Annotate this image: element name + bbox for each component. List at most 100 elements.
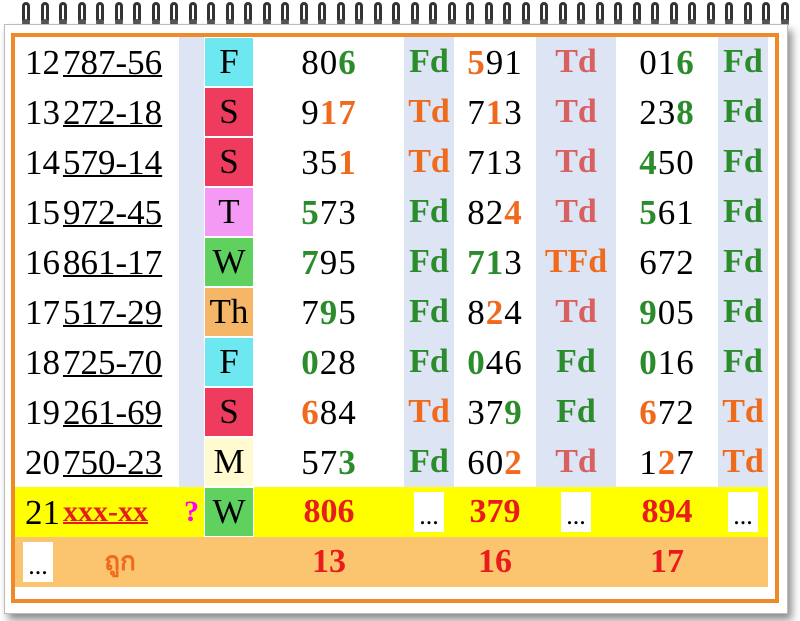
spiral-ring [225,2,234,27]
spiral-ring [262,2,271,27]
prediction-3: 450 [616,137,718,187]
digit: 2 [639,92,658,132]
prediction-1: 684 [254,387,404,437]
digit: 7 [485,392,505,432]
digit: 1 [676,192,695,232]
serial-number: 725-70 [63,342,163,382]
digit: 4 [639,142,658,182]
digit: 6 [639,392,658,432]
serial-number: 972-45 [63,192,163,232]
prediction-1: 806 [254,37,404,87]
status-2: Td [536,437,616,487]
draw-row: 17 517-29 Th 795 Fd 824 Td 905 Fd [15,287,768,337]
digit: 7 [319,442,339,482]
prediction-2: 713 [454,137,536,187]
digit: 8 [467,292,486,332]
digit: 3 [467,392,486,432]
prediction-1: 573 [254,437,404,487]
status-1: Td [404,137,454,187]
digit: 7 [676,442,695,482]
spiral-ring [503,2,511,27]
prediction-2: 824 [454,287,536,337]
prediction-2: 591 [454,37,536,87]
digit: 5 [338,242,357,282]
spacer-cell [179,387,204,437]
digit: 3 [504,242,523,282]
row-number: 20 [25,442,60,482]
day-badge: S [205,138,253,186]
status-3: Fd [718,337,768,387]
status-1: Fd [404,187,454,237]
status-3: Fd [718,137,768,187]
serial-number: 861-17 [63,242,163,282]
prediction-3: 894 [616,487,718,537]
spacer-cell [179,337,204,387]
digit: 5 [657,142,677,182]
day-badge: F [205,338,253,386]
spiral-ring [743,2,752,27]
digit: 6 [676,42,695,82]
placeholder-1: ... [404,487,454,537]
status-2: Td [536,37,616,87]
spiral-ring [133,2,141,27]
spiral-ring [299,2,308,27]
spacer-cell [179,237,204,287]
prediction-2: 046 [454,337,536,387]
spiral-ring [40,2,49,27]
digit: 5 [301,442,320,482]
day-cell: S [204,387,254,437]
day-cell: F [204,337,254,387]
current-draw-row: 21 xxx-xx ? W 806 ... 379 ... 894 ... [15,487,768,537]
digit: 3 [504,92,523,132]
digit: 8 [301,42,320,82]
digit: 5 [301,192,320,232]
spiral-ring [244,2,252,27]
spacer-cell [179,187,204,237]
digit: 6 [504,342,523,382]
hit-count-1: 13 [254,537,404,587]
draw-row: 20 750-23 M 573 Fd 602 Td 127 Td [15,437,768,487]
spiral-ring [410,2,419,27]
digit: 3 [301,142,320,182]
row-number: 15 [25,192,60,232]
status-2: TFd [536,237,616,287]
digit: 2 [485,292,505,332]
status-1: Fd [404,237,454,287]
prediction-3: 016 [616,37,718,87]
prediction-3: 672 [616,237,718,287]
day-cell: Th [204,287,254,337]
spiral-ring [170,2,178,27]
row-number: 13 [25,92,60,132]
digit: 7 [657,392,677,432]
summary-dots-cell: ... [15,537,61,587]
prediction-3: 561 [616,187,718,237]
digit: 7 [657,242,677,282]
question-mark: ? [179,487,204,537]
spiral-ring [447,2,456,27]
prediction-2: 602 [454,437,536,487]
digit: 8 [338,342,357,382]
digit: 1 [338,142,357,182]
digit: 0 [485,442,505,482]
digit: 1 [319,92,339,132]
digit: 2 [676,392,695,432]
prediction-1: 351 [254,137,404,187]
digit: 7 [301,292,320,332]
digit: 6 [657,192,677,232]
row-number: 17 [25,292,60,332]
spiral-ring [669,2,678,27]
digit: 6 [639,242,658,282]
spacer-cell [179,137,204,187]
digit: 0 [639,42,658,82]
digit: 3 [338,442,357,482]
day-cell: T [204,187,254,237]
digit: 6 [676,342,695,382]
digit: 9 [319,292,339,332]
digit: 2 [504,442,523,482]
spacer-cell [179,437,204,487]
status-2: Td [536,187,616,237]
row-number: 19 [25,392,60,432]
prediction-3: 905 [616,287,718,337]
day-cell: S [204,87,254,137]
draw-row: 13 272-18 S 917 Td 713 Td 238 Fd [15,87,768,137]
